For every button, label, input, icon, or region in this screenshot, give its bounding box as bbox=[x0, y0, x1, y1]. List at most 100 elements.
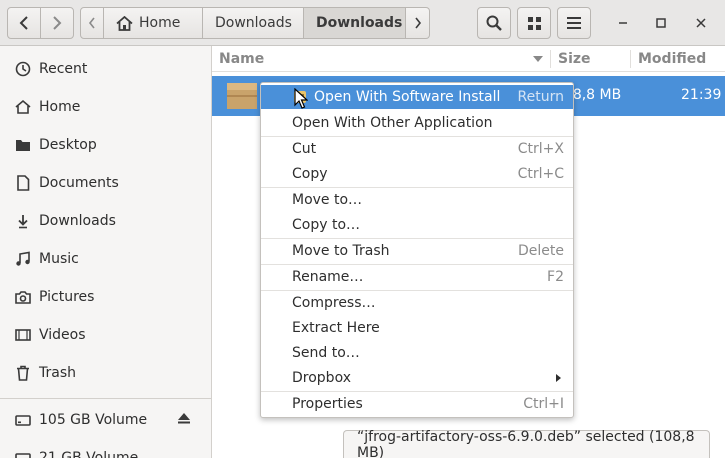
sidebar-item-label: Music bbox=[39, 251, 79, 267]
menu-item-move-to-trash[interactable]: Move to Trash Delete bbox=[261, 239, 573, 263]
path-segment-label: Downloads bbox=[215, 15, 292, 31]
menu-item-copy[interactable]: Copy Ctrl+C bbox=[261, 162, 573, 186]
close-icon bbox=[696, 18, 706, 28]
home-icon bbox=[116, 15, 133, 31]
menu-item-label: Rename… bbox=[292, 269, 364, 285]
menu-item-accel: Delete bbox=[518, 243, 564, 259]
path-scroll-left-button[interactable] bbox=[80, 7, 104, 39]
menu-item-label: Open With Other Application bbox=[292, 115, 493, 131]
menu-item-cut[interactable]: Cut Ctrl+X bbox=[261, 137, 573, 161]
menu-item-properties[interactable]: Properties Ctrl+I bbox=[261, 392, 573, 416]
menu-item-send-to[interactable]: Send to… bbox=[261, 341, 573, 365]
status-bar: “jfrog-artifactory-oss-6.9.0.deb” select… bbox=[343, 428, 710, 458]
camera-icon bbox=[14, 288, 32, 306]
sort-descending-icon[interactable] bbox=[533, 56, 543, 62]
path-segment-current[interactable]: Downloads bbox=[304, 7, 406, 39]
search-button[interactable] bbox=[477, 7, 511, 39]
path-segment-downloads[interactable]: Downloads bbox=[203, 7, 304, 39]
search-icon bbox=[486, 15, 502, 31]
menu-item-label: Extract Here bbox=[292, 320, 380, 336]
menu-item-accel: Ctrl+I bbox=[523, 396, 564, 412]
music-icon bbox=[14, 250, 32, 268]
sidebar-item-label: Downloads bbox=[39, 213, 116, 229]
sidebar-item-music[interactable]: Music bbox=[0, 242, 211, 276]
menu-item-label: Move to Trash bbox=[292, 243, 390, 259]
sidebar-item-label: Videos bbox=[39, 327, 86, 343]
path-scroll-right-button[interactable] bbox=[406, 7, 430, 39]
maximize-icon bbox=[656, 18, 666, 28]
menu-item-copy-to[interactable]: Copy to… bbox=[261, 213, 573, 237]
menu-item-accel: Ctrl+C bbox=[517, 166, 564, 182]
minimize-button[interactable] bbox=[610, 10, 636, 36]
home-icon bbox=[14, 98, 32, 116]
sidebar-item-label: Desktop bbox=[39, 137, 97, 153]
grid-icon bbox=[527, 16, 541, 30]
sidebar-item-desktop[interactable]: Desktop bbox=[0, 128, 211, 162]
download-icon bbox=[14, 212, 32, 230]
menu-item-label: Copy bbox=[292, 166, 328, 182]
column-header: Name Size Modified bbox=[212, 46, 725, 72]
chevron-left-icon bbox=[19, 16, 28, 30]
sidebar-item-label: Recent bbox=[39, 61, 88, 77]
maximize-button[interactable] bbox=[648, 10, 674, 36]
menu-item-accel: Return bbox=[517, 89, 564, 105]
close-button[interactable] bbox=[688, 10, 714, 36]
view-toggle-button[interactable] bbox=[517, 7, 551, 39]
hamburger-icon bbox=[567, 17, 581, 29]
sidebar: Recent Home Desktop Documents Downloads … bbox=[0, 46, 212, 458]
status-text: “jfrog-artifactory-oss-6.9.0.deb” select… bbox=[357, 428, 695, 458]
menu-item-label: Cut bbox=[292, 141, 317, 157]
menu-item-label: Compress… bbox=[292, 295, 376, 311]
sidebar-item-label: Pictures bbox=[39, 289, 95, 305]
minimize-icon bbox=[619, 22, 627, 24]
sidebar-item-recent[interactable]: Recent bbox=[0, 52, 211, 86]
clock-icon bbox=[14, 60, 32, 78]
sidebar-volume-21gb[interactable]: 21 GB Volume bbox=[0, 441, 211, 458]
path-bar: Home Downloads Downloads bbox=[80, 7, 430, 39]
document-icon bbox=[14, 174, 32, 192]
folder-icon bbox=[14, 136, 32, 154]
drive-icon bbox=[14, 449, 32, 458]
sidebar-volume-105gb[interactable]: 105 GB Volume bbox=[0, 403, 211, 437]
sidebar-item-home[interactable]: Home bbox=[0, 90, 211, 124]
menu-item-label: Properties bbox=[292, 396, 363, 412]
video-icon bbox=[14, 326, 32, 344]
path-segment-home[interactable]: Home bbox=[104, 7, 203, 39]
menu-item-extract-here[interactable]: Extract Here bbox=[261, 316, 573, 340]
menu-item-compress[interactable]: Compress… bbox=[261, 291, 573, 315]
menu-item-open-with-other-application[interactable]: Open With Other Application bbox=[261, 111, 573, 135]
sidebar-item-documents[interactable]: Documents bbox=[0, 166, 211, 200]
menu-item-rename[interactable]: Rename… F2 bbox=[261, 265, 573, 289]
menu-item-label: Copy to… bbox=[292, 217, 361, 233]
header-bar: Home Downloads Downloads bbox=[0, 0, 725, 46]
menu-item-dropbox[interactable]: Dropbox bbox=[261, 366, 573, 390]
drive-icon bbox=[14, 411, 32, 429]
sidebar-item-pictures[interactable]: Pictures bbox=[0, 280, 211, 314]
sidebar-item-videos[interactable]: Videos bbox=[0, 318, 211, 352]
sidebar-item-trash[interactable]: Trash bbox=[0, 356, 211, 390]
column-modified[interactable]: Modified bbox=[638, 51, 706, 67]
package-icon bbox=[227, 83, 257, 109]
path-segment-label: Downloads bbox=[316, 15, 403, 31]
eject-icon[interactable] bbox=[177, 412, 191, 428]
sidebar-item-downloads[interactable]: Downloads bbox=[0, 204, 211, 238]
sidebar-item-label: Trash bbox=[39, 365, 76, 381]
column-name[interactable]: Name bbox=[219, 51, 264, 67]
column-divider bbox=[630, 50, 631, 68]
sidebar-item-label: 105 GB Volume bbox=[39, 412, 148, 428]
mouse-pointer-icon bbox=[294, 88, 308, 109]
forward-button[interactable] bbox=[40, 7, 74, 39]
menu-item-move-to[interactable]: Move to… bbox=[261, 188, 573, 212]
sidebar-item-label: Home bbox=[39, 99, 81, 115]
menu-item-accel: Ctrl+X bbox=[517, 141, 564, 157]
back-button[interactable] bbox=[7, 7, 41, 39]
chevron-right-icon bbox=[53, 16, 62, 30]
submenu-arrow-icon bbox=[556, 374, 561, 382]
chevron-left-icon bbox=[88, 17, 95, 29]
menu-button[interactable] bbox=[557, 7, 591, 39]
sidebar-item-label: Documents bbox=[39, 175, 119, 191]
sidebar-separator bbox=[0, 398, 211, 399]
menu-item-label: Open With Software Install bbox=[314, 89, 501, 105]
column-size[interactable]: Size bbox=[558, 51, 591, 67]
menu-item-accel: F2 bbox=[547, 269, 564, 285]
